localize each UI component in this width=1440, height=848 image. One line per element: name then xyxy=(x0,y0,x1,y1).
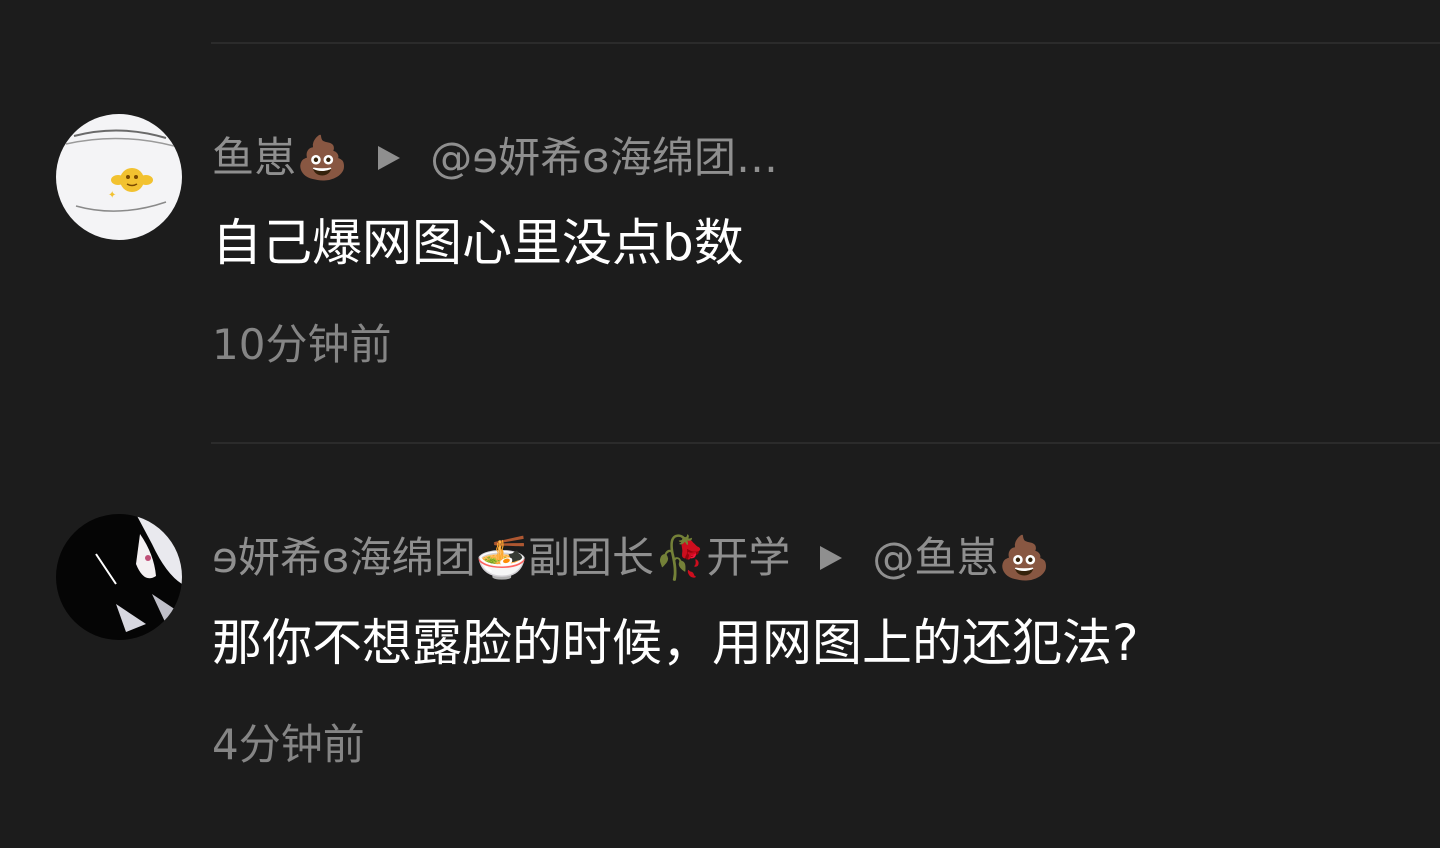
divider xyxy=(211,42,1440,44)
comment-thread: ✦ 鱼崽💩 @ɘ妍希ɞ海绵团… 自己爆网图心里没点b数 10分钟前 ɘ妍希ɞ海绵… xyxy=(0,0,1440,848)
triangle-right-icon xyxy=(378,146,401,170)
comment-text[interactable]: 那你不想露脸的时候，用网图上的还犯法? xyxy=(212,610,1139,676)
comment-meta: ɘ妍希ɞ海绵团🍜副团长🥀开学 @鱼崽💩 xyxy=(212,530,1051,586)
avatar-image: ✦ xyxy=(56,114,182,240)
comment-time: 10分钟前 xyxy=(212,320,392,369)
comment-text[interactable]: 自己爆网图心里没点b数 xyxy=(212,210,744,276)
avatar[interactable] xyxy=(56,514,182,640)
reply-target[interactable]: @鱼崽💩 xyxy=(872,530,1050,586)
avatar-image xyxy=(56,514,182,640)
comment-time: 4分钟前 xyxy=(212,720,365,769)
triangle-right-icon xyxy=(820,546,843,570)
author-name[interactable]: 鱼崽💩 xyxy=(212,130,348,186)
avatar[interactable]: ✦ xyxy=(56,114,182,240)
comment-meta: 鱼崽💩 @ɘ妍希ɞ海绵团… xyxy=(212,130,778,186)
author-name[interactable]: ɘ妍希ɞ海绵团🍜副团长🥀开学 xyxy=(212,530,790,586)
divider xyxy=(211,442,1440,444)
reply-target[interactable]: @ɘ妍希ɞ海绵团… xyxy=(430,130,778,186)
svg-text:✦: ✦ xyxy=(108,190,116,201)
